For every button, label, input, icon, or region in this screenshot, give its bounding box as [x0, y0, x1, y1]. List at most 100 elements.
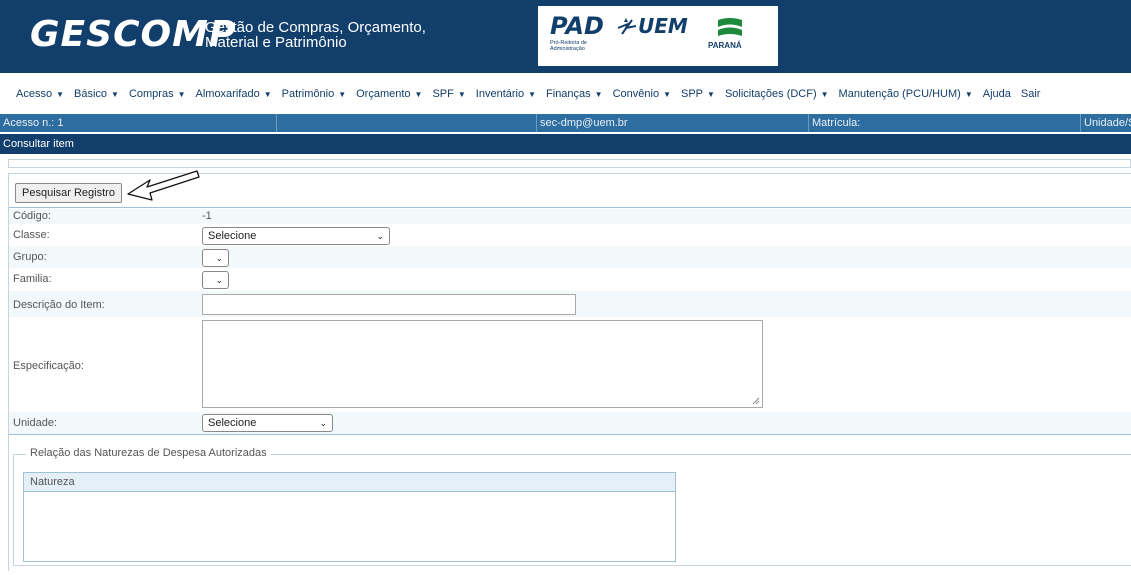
chevron-down-icon: ⌄: [215, 275, 223, 285]
info-empty-cell: [276, 114, 536, 132]
classe-row: Classe: Selecione ⌄: [9, 224, 1131, 246]
unidade-label: Unidade:: [13, 417, 58, 429]
pad-logo-subtitle: Pró-Reitoria de Administração: [550, 40, 587, 52]
page-title: Consultar item: [0, 134, 1131, 154]
main-menu: Acesso ▼ Básico ▼ Compras ▼ Almoxarifado ▼ Patri…: [0, 80, 1131, 108]
parana-logo: PARANÁ: [708, 41, 742, 50]
caret-down-icon: ▼: [820, 89, 829, 99]
menu-item-solicita-es-dcf[interactable]: Solicitações (DCF) ▼: [725, 88, 829, 100]
codigo-label: Código:: [13, 210, 51, 222]
matricula-label: Matrícula:: [808, 114, 860, 132]
codigo-row: Código: -1: [9, 209, 1131, 224]
pad-logo: PAD: [550, 12, 604, 40]
menu-item-label: Sair: [1020, 88, 1041, 100]
descricao-input[interactable]: [202, 294, 576, 315]
partner-logos: PAD Pró-Reitoria de Administração UEM PA…: [538, 6, 778, 66]
access-number: Acesso n.: 1: [3, 117, 64, 129]
grupo-label: Grupo:: [13, 251, 47, 263]
classe-select[interactable]: Selecione ⌄: [202, 227, 390, 245]
natureza-column-header: Natureza: [24, 473, 675, 492]
caret-down-icon: ▼: [594, 89, 603, 99]
unidade-label: Unidade/S: [1080, 114, 1131, 132]
caret-down-icon: ▼: [414, 89, 423, 99]
uem-logo: UEM: [638, 14, 688, 38]
menu-item-almoxarifado[interactable]: Almoxarifado ▼: [196, 88, 272, 100]
menu-item-label: Patrimônio: [281, 88, 335, 100]
menu-item-ajuda[interactable]: Ajuda: [983, 88, 1011, 100]
app-subtitle-line2: Material e Patrimônio: [205, 34, 347, 51]
grupo-row: Grupo: ⌄: [9, 246, 1131, 268]
naturezas-legend: Relação das Naturezas de Despesa Autoriz…: [26, 447, 271, 459]
unidade-select[interactable]: Selecione ⌄: [202, 414, 333, 432]
menu-item-manuten-o-pcu-hum[interactable]: Manutenção (PCU/HUM) ▼: [839, 88, 973, 100]
menu-item-spp[interactable]: SPP ▼: [681, 88, 715, 100]
menu-item-b-sico[interactable]: Básico ▼: [74, 88, 119, 100]
caret-down-icon: ▼: [663, 89, 671, 99]
caret-down-icon: ▼: [964, 89, 973, 99]
codigo-value: -1: [202, 210, 212, 222]
especificacao-label: Especificação:: [13, 360, 84, 372]
session-info-bar: Acesso n.: 1 sec-dmp@uem.br Matrícula: U…: [0, 114, 1131, 132]
app-subtitle-line1: Gestão de Compras, Orçamento,: [205, 19, 426, 36]
menu-item-label: Ajuda: [982, 88, 1011, 100]
caret-down-icon: ▼: [263, 89, 272, 99]
menu-item-label: Básico: [74, 88, 108, 100]
menu-item-label: Acesso: [16, 88, 53, 100]
descricao-row: Descrição do Item:: [9, 291, 1131, 317]
classe-label: Classe:: [13, 229, 50, 241]
app-subtitle: Gestão de Compras, Orçamento, Material e…: [205, 20, 426, 50]
caret-down-icon: ▼: [177, 89, 186, 99]
user-email: sec-dmp@uem.br: [536, 114, 628, 132]
parana-flag-icon: [718, 18, 742, 36]
caret-down-icon: ▼: [707, 89, 715, 99]
item-search-form: Pesquisar Registro Código: -1 Classe: Se…: [8, 170, 1131, 571]
uem-emblem-icon: [617, 18, 637, 35]
menu-item-sair[interactable]: Sair: [1021, 88, 1041, 100]
divider: [9, 434, 1131, 435]
menu-item-label: Almoxarifado: [195, 88, 260, 100]
menu-item-label: Orçamento: [356, 88, 411, 100]
especificacao-textarea[interactable]: [202, 320, 763, 408]
familia-select[interactable]: ⌄: [202, 271, 229, 289]
especificacao-row: Especificação:: [9, 318, 1131, 410]
menu-item-label: Solicitações (DCF): [724, 88, 817, 100]
pad-sub-line2: Administração: [550, 46, 585, 52]
search-record-button[interactable]: Pesquisar Registro: [15, 183, 122, 203]
classe-select-value: Selecione: [208, 230, 257, 242]
menu-item-label: Manutenção (PCU/HUM): [838, 88, 961, 100]
menu-item-label: Inventário: [475, 88, 525, 100]
menu-item-patrim-nio[interactable]: Patrimônio ▼: [282, 88, 347, 100]
chevron-down-icon: ⌄: [215, 253, 223, 263]
unidade-row: Unidade: Selecione ⌄: [9, 412, 1131, 434]
caret-down-icon: ▼: [111, 89, 119, 99]
menu-item-acesso[interactable]: Acesso ▼: [16, 88, 64, 100]
familia-label: Familia:: [13, 273, 52, 285]
familia-row: Familia: ⌄: [9, 268, 1131, 290]
caret-down-icon: ▼: [457, 89, 466, 99]
grupo-select[interactable]: ⌄: [202, 249, 229, 267]
search-toolbar: Pesquisar Registro: [9, 170, 1131, 208]
menu-item-invent-rio[interactable]: Inventário ▼: [476, 88, 536, 100]
caret-down-icon: ▼: [528, 89, 537, 99]
menu-item-conv-nio[interactable]: Convênio ▼: [613, 88, 671, 100]
resize-handle-icon[interactable]: [752, 397, 760, 405]
menu-item-spf[interactable]: SPF ▼: [432, 88, 465, 100]
unidade-select-value: Selecione: [208, 417, 257, 429]
descricao-label: Descrição do Item:: [13, 299, 105, 311]
naturezas-table: Natureza: [23, 472, 676, 562]
menu-item-label: SPP: [681, 88, 704, 100]
app-header: GESCOMP Gestão de Compras, Orçamento, Ma…: [0, 0, 1131, 73]
pointer-arrow-icon: [127, 170, 200, 201]
menu-item-or-amento[interactable]: Orçamento ▼: [356, 88, 422, 100]
menu-item-compras[interactable]: Compras ▼: [129, 88, 186, 100]
caret-down-icon: ▼: [56, 89, 64, 99]
menu-item-finan-as[interactable]: Finanças ▼: [546, 88, 603, 100]
menu-item-label: Finanças: [546, 88, 591, 100]
caret-down-icon: ▼: [338, 89, 347, 99]
menu-item-label: SPF: [432, 88, 454, 100]
naturezas-fieldset: Relação das Naturezas de Despesa Autoriz…: [13, 447, 1131, 566]
chevron-down-icon: ⌄: [376, 231, 384, 241]
menu-item-label: Convênio: [612, 88, 660, 100]
menu-item-label: Compras: [128, 88, 174, 100]
chevron-down-icon: ⌄: [319, 418, 327, 428]
